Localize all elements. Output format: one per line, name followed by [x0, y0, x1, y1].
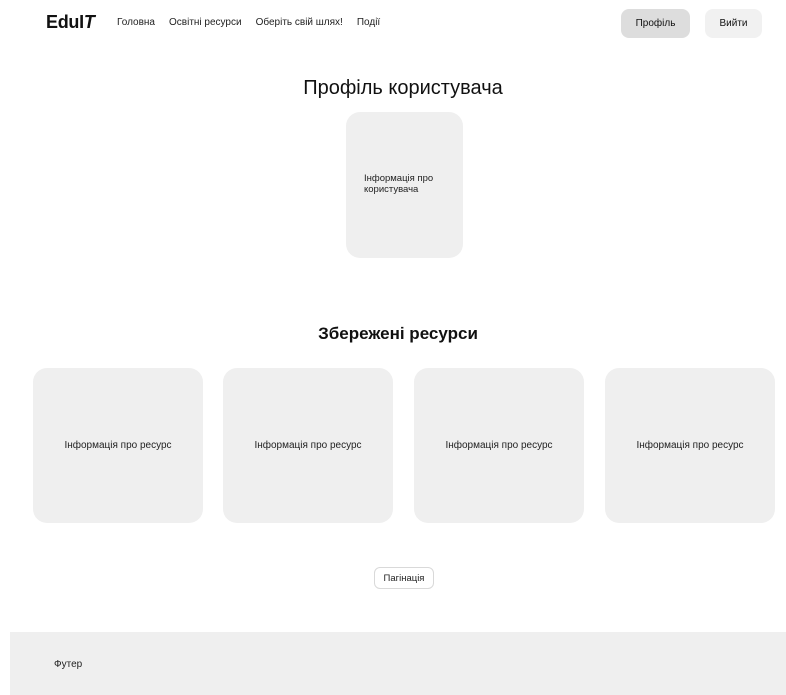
- nav-item-choose-your-path[interactable]: Оберіть свій шлях!: [256, 17, 343, 28]
- resource-card-text: Інформація про ресурс: [636, 440, 744, 451]
- footer: Футер: [10, 632, 786, 695]
- logo[interactable]: EduIT: [46, 12, 95, 33]
- user-info-text: Інформація про користувача: [364, 173, 434, 195]
- logo-main: EduI: [46, 12, 84, 32]
- logo-accent: T: [83, 12, 95, 32]
- nav-item-educational-resources[interactable]: Освітні ресурси: [169, 17, 242, 28]
- resource-card-text: Інформація про ресурс: [445, 440, 553, 451]
- resource-card[interactable]: Інформація про ресурс: [33, 368, 203, 523]
- page-title: Профіль користувача: [303, 77, 503, 99]
- main-nav: Головна Освітні ресурси Оберіть свій шля…: [117, 17, 380, 28]
- resource-card-text: Інформація про ресурс: [254, 440, 362, 451]
- page: EduIT Головна Освітні ресурси Оберіть св…: [0, 0, 786, 695]
- resource-card[interactable]: Інформація про ресурс: [414, 368, 584, 523]
- resource-card[interactable]: Інформація про ресурс: [605, 368, 775, 523]
- saved-resources-title: Збережені ресурси: [318, 324, 478, 343]
- resource-card[interactable]: Інформація про ресурс: [223, 368, 393, 523]
- footer-label: Футер: [54, 659, 83, 670]
- pagination[interactable]: Пагінація: [374, 567, 434, 589]
- nav-item-events[interactable]: Події: [357, 17, 380, 28]
- profile-button[interactable]: Профіль: [621, 9, 690, 38]
- logout-button[interactable]: Вийти: [705, 9, 762, 38]
- header: EduIT Головна Освітні ресурси Оберіть св…: [0, 0, 786, 46]
- resource-card-text: Інформація про ресурс: [64, 440, 172, 451]
- user-info-card: Інформація про користувача: [346, 112, 463, 258]
- nav-item-home[interactable]: Головна: [117, 17, 155, 28]
